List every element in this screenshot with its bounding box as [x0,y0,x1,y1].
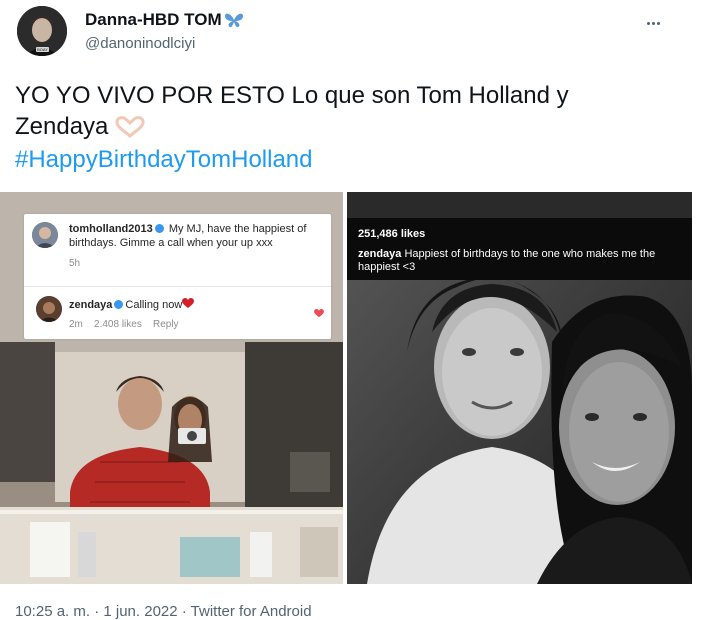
hashtag-link[interactable]: #HappyBirthdayTomHolland [15,146,313,174]
author-name[interactable]: Danna-HBD TOM [85,10,244,30]
caption-user[interactable]: zendaya [358,248,401,260]
tweet-media[interactable]: tomholland2013 My MJ, have the happiest … [0,192,692,584]
heart-hands-icon [115,116,145,138]
tweet-timestamp[interactable]: 10:25 a. m. · 1 jun. 2022 · Twitter for … [15,603,312,620]
caption-text: Happiest of birthdays to the one who mak… [358,248,656,273]
reply-link[interactable]: Reply [153,319,179,330]
like-heart-icon[interactable] [314,309,324,318]
tweet-text: YO YO VIVO POR ESTO Lo que son Tom Holla… [15,80,655,142]
divider [24,286,331,287]
avatar-caption: BOAY [37,47,48,52]
comment-1: tomholland2013 My MJ, have the happiest … [69,222,324,250]
comment-2-meta: 2m 2.408 likes Reply [69,319,179,330]
likes-count[interactable]: 251,486 likes [358,228,425,240]
comment-2-likes[interactable]: 2.408 likes [94,319,142,330]
red-heart-icon [182,298,195,308]
tomholland-avatar[interactable] [32,222,58,248]
comment-2-text: Calling now [125,299,183,311]
comment-1-time: 5h [69,258,81,269]
verified-icon [114,300,124,309]
comment-2: zendaya Calling now [69,298,309,312]
instagram-comments-card: tomholland2013 My MJ, have the happiest … [24,214,331,339]
tweet-body: YO YO VIVO POR ESTO Lo que son Tom Holla… [15,82,569,140]
author-name-text: Danna-HBD TOM [85,10,222,29]
verified-icon [154,224,164,233]
comment-1-user[interactable]: tomholland2013 [69,223,153,235]
left-photo[interactable]: tomholland2013 My MJ, have the happiest … [0,192,343,584]
caption: zendaya Happiest of birthdays to the one… [358,248,678,274]
author-handle[interactable]: @danoninodlciyi [85,35,195,52]
more-options-icon[interactable] [647,12,667,25]
zendaya-avatar[interactable] [36,296,62,322]
author-avatar[interactable]: BOAY [17,6,67,56]
comment-2-time: 2m [69,319,83,330]
tweet: BOAY Danna-HBD TOM @danoninodlciyi YO YO… [0,0,703,620]
right-photo[interactable]: 251,486 likes zendaya Happiest of birthd… [347,192,692,584]
butterfly-icon [224,13,243,28]
comment-2-user[interactable]: zendaya [69,299,112,311]
instagram-caption-bar: 251,486 likes zendaya Happiest of birthd… [347,218,692,280]
